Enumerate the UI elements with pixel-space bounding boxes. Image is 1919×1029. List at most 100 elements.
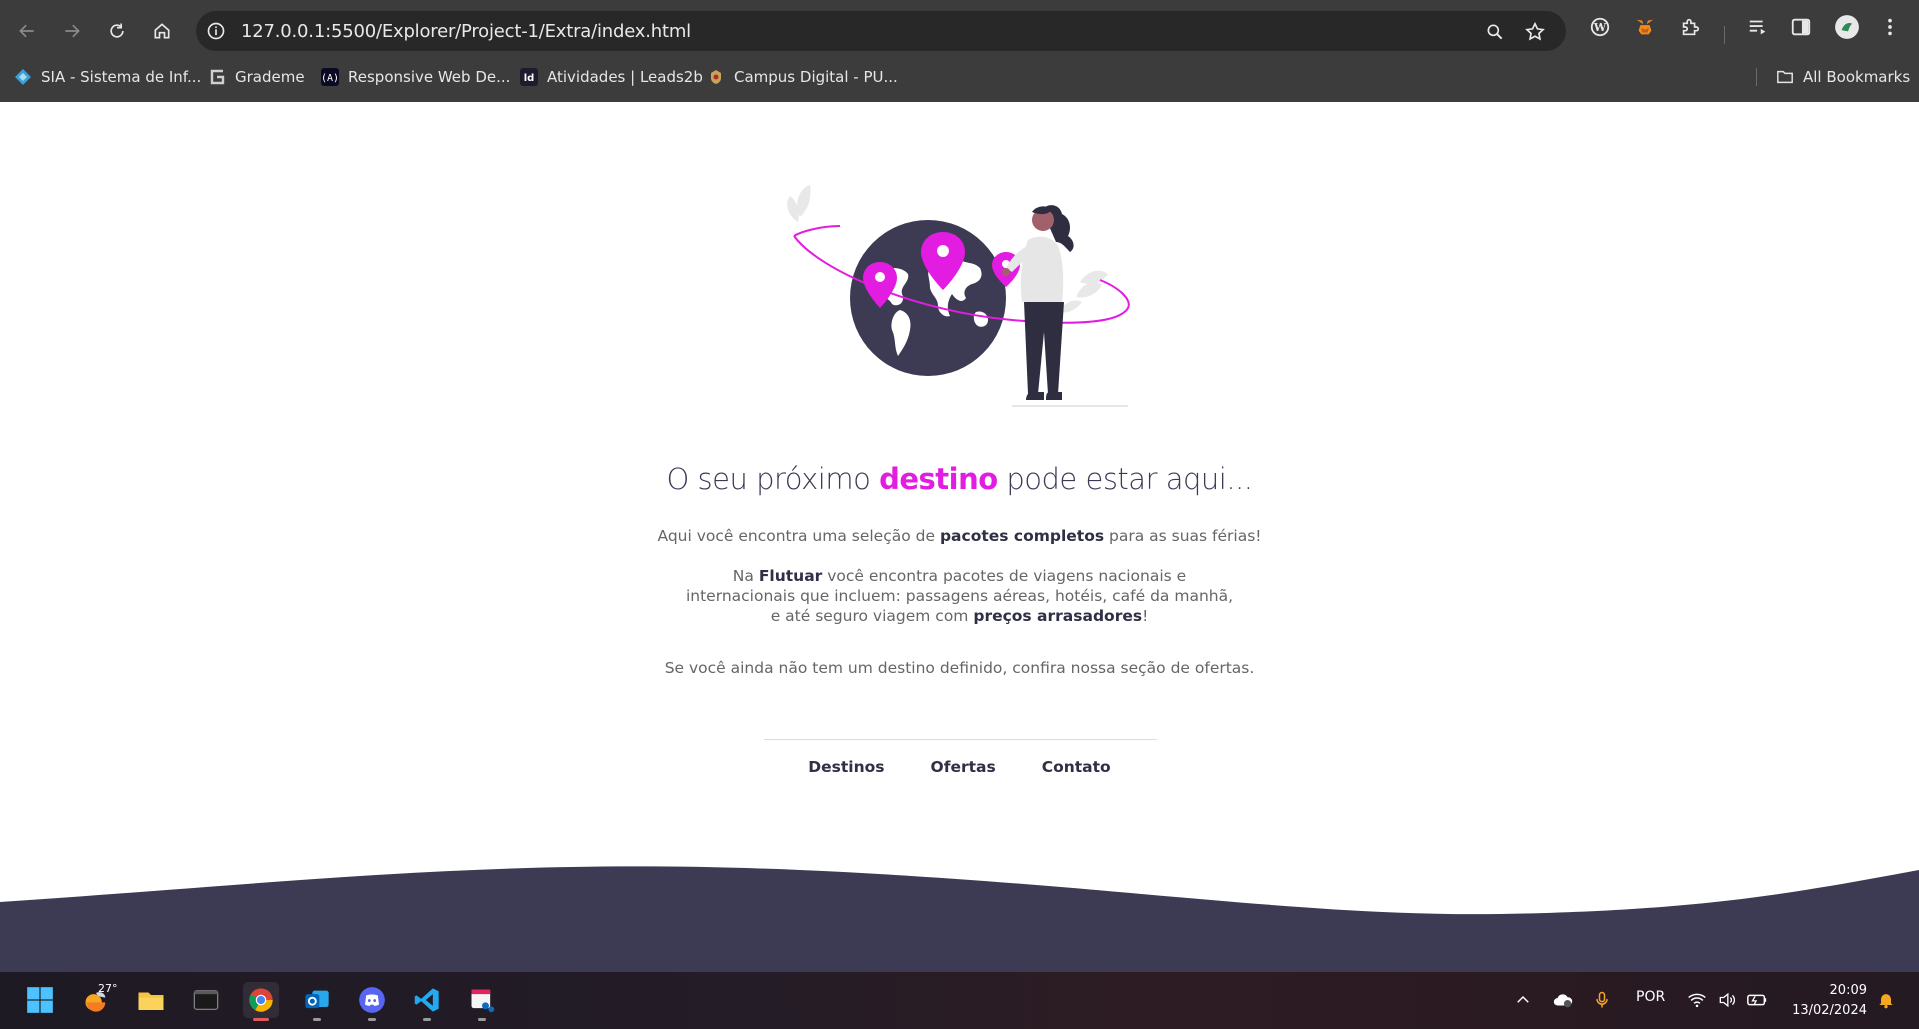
chrome-button[interactable] [243,982,279,1021]
browser-toolbar: 127.0.0.1:5500/Explorer/Project-1/Extra/… [0,8,1919,52]
home-icon [154,23,170,39]
headline-text-end: pode estar aqui... [997,462,1253,496]
bookmark-label: SIA - Sistema de Inf... [41,68,202,86]
nav-contato[interactable]: Contato [1042,758,1111,776]
wifi-icon [1688,993,1706,1008]
paragraph-text: Aqui você encontra uma seleção de [657,527,940,545]
arrow-left-icon [19,24,34,38]
start-button[interactable] [22,982,58,1018]
language-indicator[interactable]: POR [1636,989,1665,1005]
folder-icon [1776,68,1794,86]
all-bookmarks-label: All Bookmarks [1803,68,1911,86]
vscode-button[interactable] [409,982,445,1021]
nav-ofertas[interactable]: Ofertas [931,758,996,776]
taskbar: 27° POR 20:09 13/02/2024 [0,972,1919,1029]
sia-icon [14,68,32,86]
open-indicator [478,1018,486,1021]
browser-chrome: 127.0.0.1:5500/Explorer/Project-1/Extra/… [0,0,1919,102]
active-indicator [253,1018,269,1021]
address-bar[interactable]: 127.0.0.1:5500/Explorer/Project-1/Extra/… [196,11,1566,51]
cloud-icon [1553,994,1573,1008]
headline-text: O seu próximo [666,462,880,496]
nav-destinos[interactable]: Destinos [808,758,884,776]
profile-avatar[interactable] [1833,13,1861,41]
site-info-icon[interactable] [204,19,228,43]
bookmark-label: Atividades | Leads2b [547,68,703,86]
offers-paragraph: Se você ainda não tem um destino definid… [664,659,1255,677]
terminal-button[interactable] [188,982,224,1018]
bookmark-campus[interactable]: Campus Digital - PU... [707,64,898,90]
wordpress-extension-icon[interactable]: W [1586,13,1614,41]
bookmark-freecodecamp[interactable]: (A) Responsive Web De... [321,64,510,90]
reload-button[interactable] [100,14,134,48]
bookmark-grademe[interactable]: Grademe [208,64,305,90]
back-button[interactable] [10,14,44,48]
bell-icon [1879,994,1893,1009]
svg-text:ld: ld [524,73,535,84]
open-indicator [368,1018,376,1021]
travel-illustration [787,185,1130,407]
paragraph-bold: preços arrasadores [973,607,1143,625]
battery-icon [1747,994,1767,1006]
folder-icon [138,992,164,1010]
discord-icon [359,987,385,1013]
media-queue-icon[interactable] [1744,13,1772,41]
browser-menu-icon[interactable] [1876,13,1904,41]
paragraph-text: ! [1142,607,1149,625]
notifications-button[interactable] [1868,982,1904,1018]
terminal-icon [193,990,219,1010]
all-bookmarks-button[interactable]: All Bookmarks [1776,64,1910,90]
open-indicator [423,1018,431,1021]
outlook-button[interactable] [299,982,335,1021]
intro-paragraph: Aqui você encontra uma seleção de pacote… [0,526,1919,546]
home-button[interactable] [145,14,179,48]
url-text[interactable]: 127.0.0.1:5500/Explorer/Project-1/Extra/… [241,21,691,42]
grademe-icon [208,68,226,86]
battery-tray-button[interactable] [1739,982,1775,1018]
campus-icon [707,68,725,86]
toolbar-separator [1724,26,1725,44]
bookmarks-separator [1756,68,1757,86]
arrow-right-icon [65,24,80,38]
web-page: O seu próximo destino pode estar aqui...… [0,102,1919,972]
svg-text:W: W [1593,21,1607,34]
side-panel-icon[interactable] [1787,13,1815,41]
bookmark-label: Responsive Web De... [348,68,511,86]
windows-icon [27,987,53,1013]
weather-temp: 27° [98,982,118,995]
footer-wave [0,866,1919,972]
tray-overflow-button[interactable] [1505,982,1541,1018]
reload-icon [110,23,124,38]
outlook-icon [305,990,329,1009]
paragraph-bold: pacotes completos [939,527,1105,545]
metamask-extension-icon[interactable] [1631,13,1659,41]
zoom-icon[interactable] [1482,19,1508,45]
clock-date: 13/02/2024 [1792,1003,1867,1018]
description-paragraph: Na Flutuar você encontra pacotes de viag… [0,566,1919,626]
extensions-puzzle-icon[interactable] [1676,13,1704,41]
snipping-tool-button[interactable] [464,982,500,1021]
bookmark-label: Campus Digital - PU... [734,68,898,86]
bookmark-label: Grademe [235,68,305,86]
chrome-icon [249,988,273,1012]
bookmark-star-icon[interactable] [1522,19,1548,45]
leads2b-icon: ld [520,68,538,86]
discord-button[interactable] [354,982,390,1021]
forward-button[interactable] [55,14,89,48]
freecodecamp-icon: (A) [321,68,339,86]
paragraph-text: Na [732,567,759,585]
bookmarks-bar: SIA - Sistema de Inf... Grademe (A) Resp… [0,62,1919,92]
file-explorer-button[interactable] [133,982,169,1018]
paragraph-text: para as suas férias! [1104,527,1262,545]
clock[interactable]: 20:09 13/02/2024 [1792,981,1867,1021]
bookmark-leads2b[interactable]: ld Atividades | Leads2b [520,64,703,90]
clock-time: 20:09 [1829,983,1867,998]
microphone-icon [1596,991,1608,1008]
brand-name: Flutuar [758,567,823,585]
chevron-up-icon [1517,995,1529,1003]
bookmark-sia[interactable]: SIA - Sistema de Inf... [14,64,201,90]
onedrive-tray-button[interactable] [1545,982,1581,1018]
microphone-tray-button[interactable] [1584,982,1620,1018]
svg-text:(A): (A) [321,73,339,84]
snipping-tool-icon [471,989,495,1013]
